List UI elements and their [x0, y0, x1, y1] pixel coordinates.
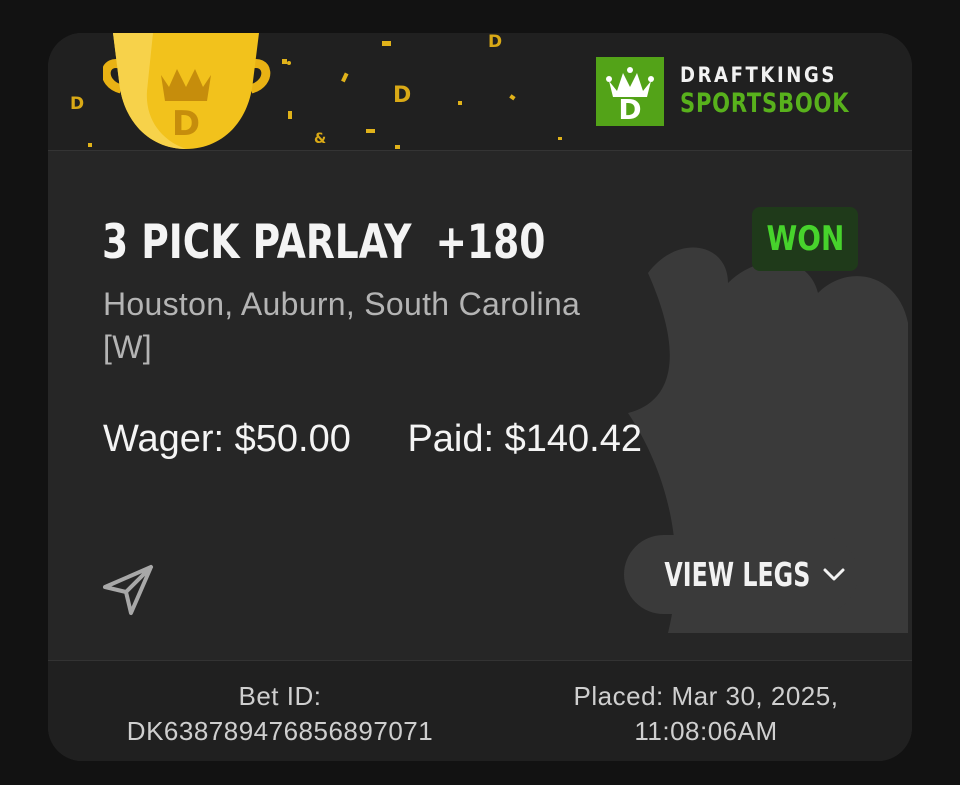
- draftkings-logo-icon: D: [596, 57, 664, 126]
- bet-type: 3 PICK PARLAY: [102, 215, 412, 270]
- share-button[interactable]: [101, 561, 157, 617]
- bet-selections: Houston, Auburn, South Carolina [W]: [103, 283, 703, 369]
- placed-timestamp: Placed: Mar 30, 2025, 11:08:06AM: [526, 679, 886, 749]
- wager-label: Wager:: [103, 418, 225, 460]
- svg-text:&: &: [314, 131, 326, 147]
- placed-time: 11:08:06AM: [634, 716, 778, 746]
- status-badge: WON: [752, 207, 858, 271]
- result-tag: [W]: [103, 329, 152, 365]
- bet-footer: Bet ID: DK638789476856897071 Placed: Mar…: [48, 660, 912, 761]
- teams-list: Houston, Auburn, South Carolina: [103, 286, 581, 322]
- paid-label: Paid:: [407, 418, 495, 460]
- paid-value: $140.42: [504, 418, 642, 460]
- bet-card: D D D D & D D DRAFTKINGS: [48, 33, 912, 761]
- svg-text:D: D: [172, 104, 200, 144]
- bet-odds: +180: [435, 215, 546, 270]
- chevron-down-icon: [823, 568, 845, 580]
- celebration-banner: D D D D & D D DRAFTKINGS: [48, 33, 912, 151]
- status-label: WON: [766, 219, 844, 259]
- svg-text:D: D: [618, 93, 641, 126]
- bet-amounts: Wager: $50.00 Paid: $140.42: [103, 418, 642, 461]
- view-legs-button[interactable]: VIEW LEGS: [624, 535, 858, 614]
- bet-id: Bet ID: DK638789476856897071: [100, 679, 460, 749]
- placed-date: Placed: Mar 30, 2025,: [573, 681, 839, 711]
- brand-name: DRAFTKINGS: [680, 63, 838, 87]
- bet-title: 3 PICK PARLAY +180: [102, 215, 545, 270]
- paper-plane-icon: [103, 565, 153, 615]
- brand-wordmark: DRAFTKINGS SPORTSBOOK: [680, 63, 897, 119]
- svg-text:D: D: [488, 33, 502, 52]
- svg-text:D: D: [393, 83, 411, 108]
- svg-text:D: D: [70, 94, 84, 114]
- trophy-icon: D: [103, 33, 271, 149]
- wager-value: $50.00: [234, 418, 351, 460]
- view-legs-label: VIEW LEGS: [664, 555, 810, 594]
- bet-id-label: Bet ID:: [238, 681, 322, 711]
- brand-product: SPORTSBOOK: [680, 88, 850, 119]
- bet-id-value: DK638789476856897071: [126, 716, 434, 746]
